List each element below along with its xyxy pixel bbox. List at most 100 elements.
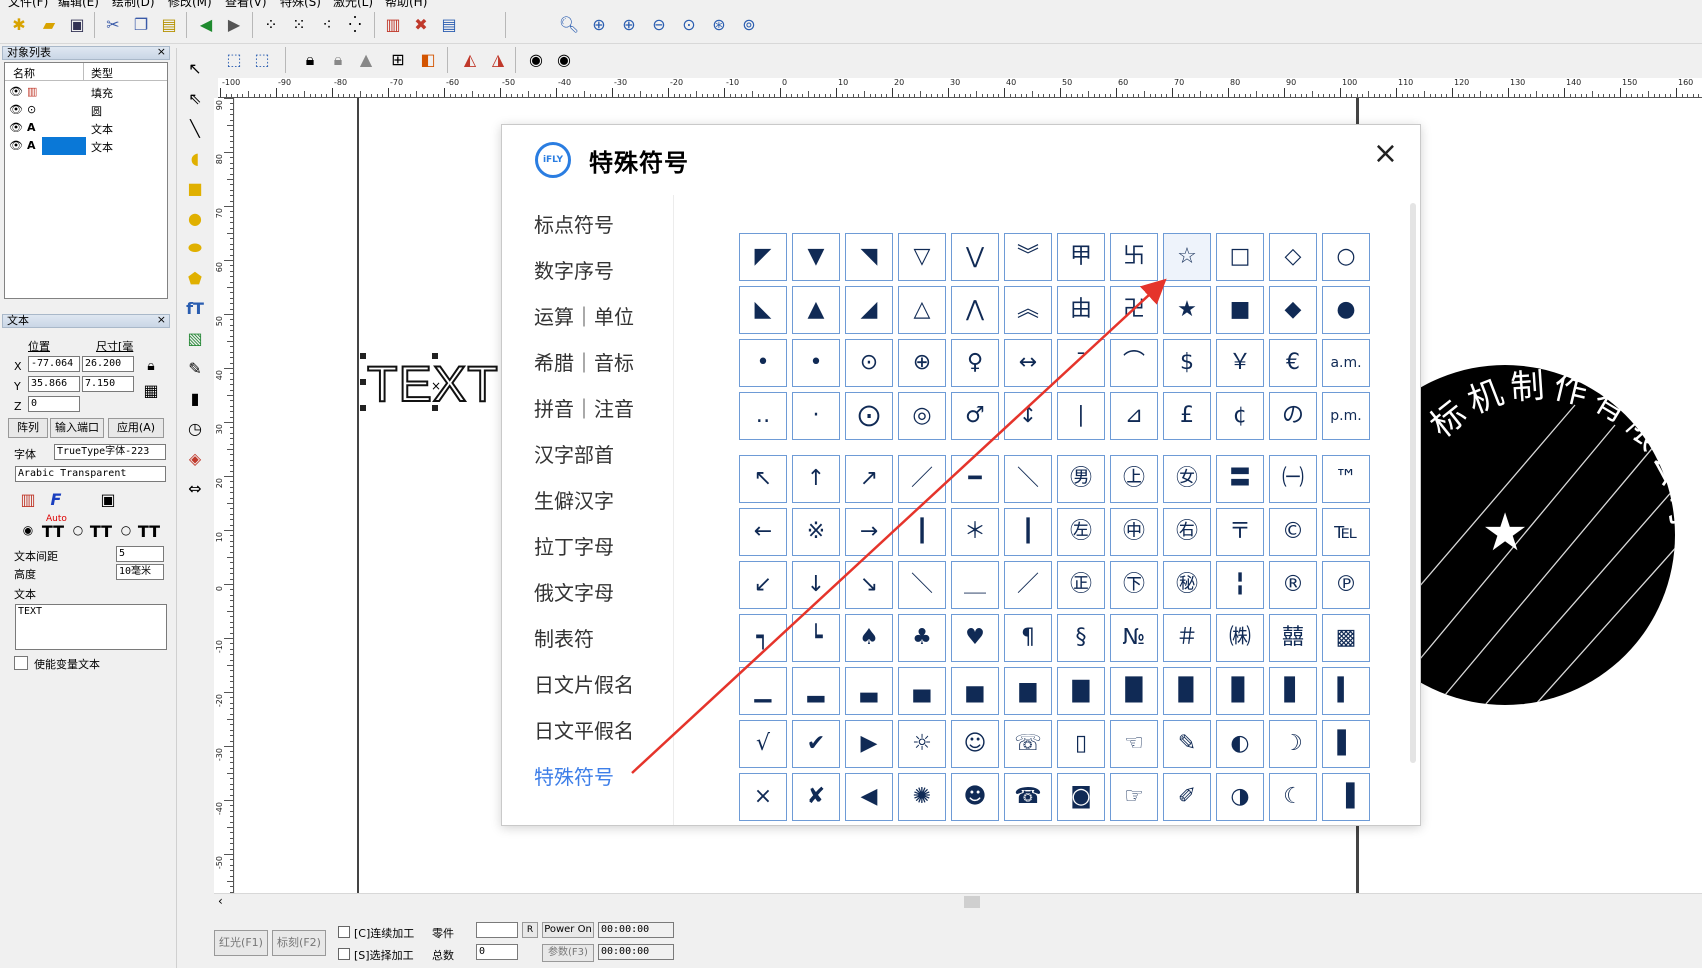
symbol-cell[interactable]: ▄: [898, 667, 946, 715]
symbol-cell[interactable]: ◆: [1269, 286, 1317, 334]
text-content-field[interactable]: TEXT: [15, 604, 167, 650]
symbol-cell[interactable]: █: [1110, 667, 1158, 715]
menu-item[interactable]: 绘制(D): [112, 0, 155, 8]
symbol-cell[interactable]: ☽: [1269, 720, 1317, 768]
visibility-eye-icon[interactable]: 👁︎: [9, 103, 23, 116]
symbol-cell[interactable]: ＼: [1004, 455, 1052, 503]
symbol-cell[interactable]: ☜: [1110, 720, 1158, 768]
object-row-circle[interactable]: 👁︎ ⊙ 圆: [5, 101, 167, 119]
document-icon[interactable]: ▤: [436, 12, 462, 38]
symbol-cell[interactable]: ♂: [951, 392, 999, 440]
category-item[interactable]: 数字序号: [534, 255, 614, 284]
align-radio-2[interactable]: ○: [68, 520, 88, 540]
symbol-cell[interactable]: ㊤: [1110, 455, 1158, 503]
symbol-cell[interactable]: §: [1057, 614, 1105, 662]
menu-item[interactable]: 查看(V): [225, 0, 267, 8]
symbol-cell[interactable]: •: [739, 339, 787, 387]
object-row-text-1[interactable]: 👁︎ A 文本: [5, 119, 167, 137]
symbol-cell[interactable]: ■: [1216, 286, 1264, 334]
barcode-tool-icon[interactable]: ▮: [183, 386, 207, 410]
text-tool-icon[interactable]: fT: [183, 296, 207, 320]
font-type-select[interactable]: TrueType字体-223: [54, 444, 166, 460]
symbol-cell[interactable]: □: [1216, 233, 1264, 281]
symbol-cell[interactable]: ︾: [1004, 233, 1052, 281]
symbol-cell[interactable]: ︽: [1004, 286, 1052, 334]
open-folder-icon[interactable]: ▰: [36, 12, 62, 38]
power-on-button[interactable]: Power On: [542, 922, 594, 938]
ellipse-tool-icon[interactable]: ⬬: [183, 236, 207, 260]
y-position-field[interactable]: 35.866: [28, 376, 80, 392]
symbol-cell[interactable]: ⋀: [951, 286, 999, 334]
symbol-cell[interactable]: ◙: [1057, 773, 1105, 821]
grid-position-icon[interactable]: ▦: [140, 380, 162, 402]
symbol-cell[interactable]: ↗: [845, 455, 893, 503]
visibility-eye-icon[interactable]: 👁︎: [9, 121, 23, 134]
symbol-cell[interactable]: ／: [898, 455, 946, 503]
symbol-cell[interactable]: ━: [951, 455, 999, 503]
symbol-cell[interactable]: ▋: [1269, 667, 1317, 715]
symbol-cell[interactable]: ☆: [1163, 233, 1211, 281]
symbol-cell[interactable]: p.m.: [1322, 392, 1370, 440]
zoom-fit-icon[interactable]: ⊚: [736, 12, 762, 38]
cut-icon[interactable]: ✂: [100, 12, 126, 38]
symbol-cell[interactable]: ♠: [845, 614, 893, 662]
symbol-cell[interactable]: ⋁: [951, 233, 999, 281]
symbol-cell[interactable]: ▯: [1057, 720, 1105, 768]
symbol-cell[interactable]: 甲: [1057, 233, 1105, 281]
symbol-cell[interactable]: a.m.: [1322, 339, 1370, 387]
mark-button[interactable]: 标刻(F2): [272, 930, 326, 956]
symbol-cell[interactable]: △: [898, 286, 946, 334]
symbol-cell[interactable]: ⊙: [845, 339, 893, 387]
symbol-cell[interactable]: ⌒: [1110, 339, 1158, 387]
symbol-cell[interactable]: ㊥: [1110, 508, 1158, 556]
symbol-cell[interactable]: ▽: [898, 233, 946, 281]
align-icon[interactable]: ⊞: [385, 47, 411, 73]
zoom-in-icon[interactable]: ⊕: [616, 12, 642, 38]
menu-item[interactable]: 帮助(H): [385, 0, 427, 8]
symbol-cell[interactable]: ▅: [951, 667, 999, 715]
object-row-text-2[interactable]: 👁︎ A 文本: [5, 137, 167, 155]
selected-text-object[interactable]: TEXT ×: [360, 353, 500, 413]
symbol-cell[interactable]: 卐: [1110, 233, 1158, 281]
total-field[interactable]: 0: [476, 944, 518, 960]
red-light-button[interactable]: 红光(F1): [214, 930, 268, 956]
tools-icon[interactable]: ✖: [408, 12, 434, 38]
symbol-cell[interactable]: ▇: [1057, 667, 1105, 715]
selection-handle[interactable]: [360, 353, 366, 359]
text-height-field[interactable]: 10毫米: [116, 564, 164, 580]
unlock-icon[interactable]: 🔒︎: [325, 47, 351, 73]
width-field[interactable]: 26.200: [82, 356, 134, 372]
vector-file-icon[interactable]: ✎: [183, 356, 207, 380]
symbol-cell[interactable]: ▃: [845, 667, 893, 715]
close-icon[interactable]: ×: [1373, 139, 1398, 169]
symbol-cell[interactable]: ©: [1269, 508, 1317, 556]
curve-tool-icon[interactable]: ◖: [183, 146, 207, 170]
object-list-close-button[interactable]: ×: [157, 46, 166, 58]
zoom-out-icon[interactable]: ⊖: [646, 12, 672, 38]
symbol-cell[interactable]: ┑: [739, 614, 787, 662]
z-position-field[interactable]: 0: [28, 396, 80, 412]
mirror-vertical-icon[interactable]: ◮: [485, 47, 511, 73]
symbol-cell[interactable]: ¢: [1216, 392, 1264, 440]
polygon-tool-icon[interactable]: ⬟: [183, 266, 207, 290]
symbol-cell[interactable]: ♀: [951, 339, 999, 387]
symbol-scrollbar[interactable]: [1410, 203, 1416, 763]
text-spacing-field[interactable]: 5: [116, 546, 164, 562]
symbol-cell[interactable]: ▆: [1004, 667, 1052, 715]
menu-item[interactable]: 修改(M): [168, 0, 212, 8]
symbol-cell[interactable]: ▁: [739, 667, 787, 715]
symbol-cell[interactable]: ㊛: [1163, 455, 1211, 503]
symbol-cell[interactable]: 〓: [1216, 455, 1264, 503]
symbol-cell[interactable]: ♥: [951, 614, 999, 662]
symbol-cell[interactable]: ㈱: [1216, 614, 1264, 662]
text-style-icon[interactable]: ▥: [16, 488, 40, 512]
symbol-cell[interactable]: ✔: [792, 720, 840, 768]
symbol-cell[interactable]: ↔: [1004, 339, 1052, 387]
object-row-hatch[interactable]: 👁︎ ▥ 填充: [5, 83, 167, 101]
lock-icon[interactable]: 🔒︎: [297, 47, 323, 73]
symbol-cell[interactable]: ←: [739, 508, 787, 556]
symbol-cell[interactable]: ×: [739, 773, 787, 821]
part-field[interactable]: [476, 922, 518, 938]
symbol-cell[interactable]: ㊚: [1057, 455, 1105, 503]
line-tool-icon[interactable]: ╲: [183, 116, 207, 140]
